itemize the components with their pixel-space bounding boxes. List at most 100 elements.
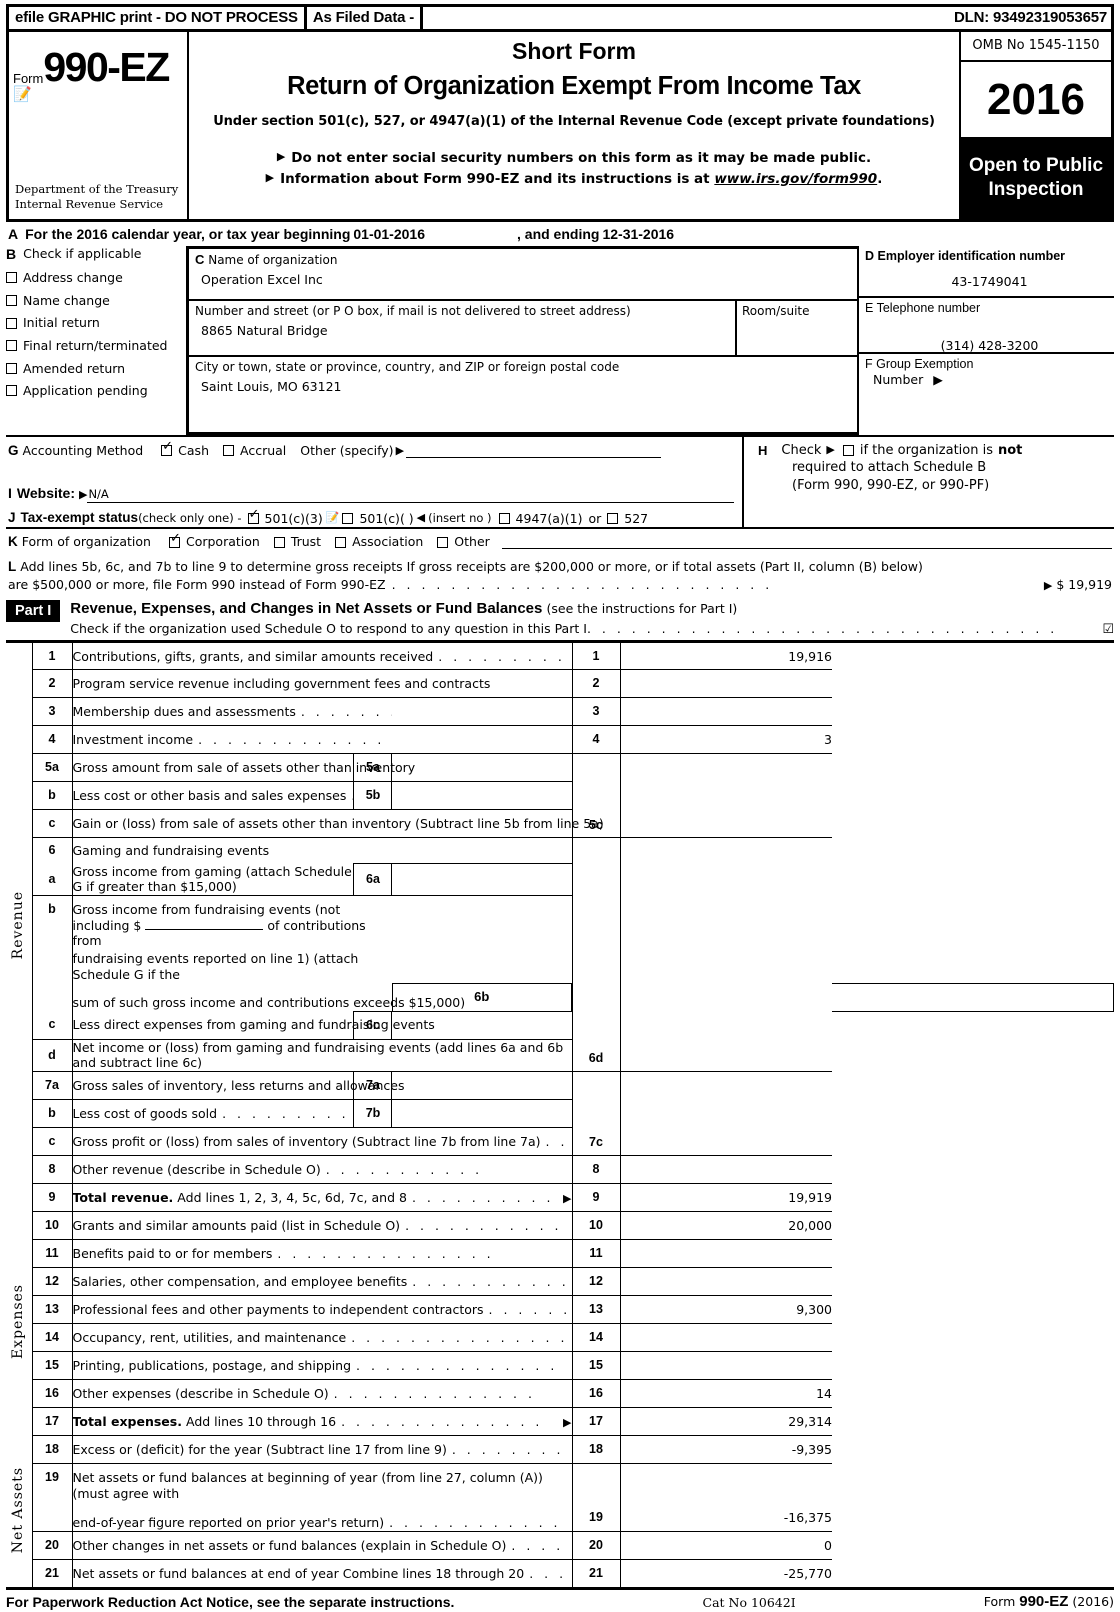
row-amount[interactable]: 14 [619, 1379, 832, 1409]
checkbox-icon[interactable] [6, 272, 17, 284]
org-name-value[interactable]: Operation Excel Inc [195, 272, 857, 288]
org-street-value[interactable]: 8865 Natural Bridge [195, 323, 735, 339]
row-desc-text: Benefits paid to or for members [72, 1245, 273, 1261]
section-l-line1: Add lines 5b, 6c, and 7b to line 9 to de… [20, 558, 923, 574]
row-inner-amount[interactable] [391, 781, 573, 811]
row-amount[interactable] [619, 1267, 832, 1297]
status-501c-label: 501(c)( ) [359, 510, 414, 526]
checkbox-final-return[interactable]: Final return/terminated [6, 338, 182, 354]
row-inner-amount[interactable] [391, 863, 573, 897]
section-k-form-of-organization: K Form of organization Corporation Trust… [8, 532, 1112, 551]
checkbox-initial-return[interactable]: Initial return [6, 315, 182, 331]
website-value[interactable]: N/A [87, 487, 734, 503]
row-amount[interactable] [619, 669, 832, 699]
row-dots: . . . . . . . . . . . . . . [356, 1357, 558, 1373]
section-gij-left: G Accounting Method Cash Accrual Other (… [6, 436, 744, 527]
row-desc-text: Other revenue (describe in Schedule O) [72, 1161, 321, 1177]
tax-year-end-date[interactable]: 12-31-2016 [602, 226, 674, 244]
status-527-label: 527 [624, 510, 649, 526]
part-1-checkbox-icon[interactable]: ☑ [1102, 622, 1114, 638]
checkbox-name-change[interactable]: Name change [6, 293, 182, 309]
footer-form-year: (2016) [1068, 1594, 1114, 1610]
row-desc-text: Program service revenue including govern… [72, 676, 491, 691]
row-inner-amount[interactable] [391, 1099, 573, 1129]
row-amount[interactable]: 3 [619, 725, 832, 755]
checkbox-trust-icon[interactable] [273, 536, 285, 548]
accounting-other-input[interactable] [406, 444, 662, 458]
row-line-number: 10 [571, 1211, 621, 1241]
row-dots: . . . . . . . . . . . [325, 1161, 483, 1177]
row-amount[interactable]: 9,300 [619, 1295, 832, 1325]
org-name-label-wrap: C Name of organization [195, 252, 857, 268]
row-dots: . . . . . . . . . . . . . [412, 1273, 571, 1289]
checkbox-amended-return[interactable]: Amended return [6, 361, 182, 377]
checkbox-application-pending[interactable]: Application pending [6, 383, 182, 399]
row-amount[interactable] [619, 1155, 832, 1185]
row-number: 20 [31, 1530, 73, 1560]
org-other-input[interactable] [501, 535, 1112, 550]
row-number: c [31, 809, 73, 839]
row-inner-line: 5b [353, 781, 393, 811]
section-e-letter: E [865, 300, 874, 315]
row-line-number: 17 [571, 1407, 621, 1437]
section-l-line2-wrap: are $500,000 or more, file Form 990 inst… [8, 576, 1112, 594]
row-desc-text: Less cost or other basis and sales expen… [72, 788, 347, 803]
checkbox-501c-icon[interactable] [342, 512, 354, 524]
checkbox-address-change[interactable]: Address change [6, 270, 182, 286]
row-amount[interactable]: 19,916 [619, 641, 832, 671]
accounting-cash-label: Cash [178, 443, 209, 459]
ein-label: Employer identification number [877, 248, 1066, 263]
row-amount[interactable]: -25,770 [619, 1558, 832, 1588]
row-desc-text: Gross amount from sale of assets other t… [72, 760, 416, 775]
row-amount[interactable] [619, 697, 832, 727]
checkbox-icon[interactable] [6, 385, 17, 397]
row-description: Gross income from fundraising events (no… [71, 895, 465, 1012]
section-g-accounting-method: G Accounting Method Cash Accrual Other (… [8, 440, 734, 460]
checkbox-icon[interactable] [6, 317, 17, 329]
table-row: 15 Printing, publications, postage, and … [6, 1351, 1114, 1381]
agency-line-1: Department of the Treasury [15, 181, 179, 196]
org-trust-label: Trust [290, 534, 322, 550]
agency-line-2: Internal Revenue Service [15, 197, 164, 212]
checkbox-4947a1-icon[interactable] [498, 512, 510, 524]
checkbox-corporation-icon[interactable] [168, 532, 181, 548]
checkbox-icon[interactable] [6, 362, 17, 374]
row-amount[interactable]: 29,314 [619, 1407, 832, 1437]
row-amount[interactable]: 0 [619, 1530, 832, 1560]
row-amount[interactable]: -9,395 [619, 1435, 832, 1465]
row-amount[interactable] [619, 1071, 832, 1156]
row-inner-amount[interactable] [832, 982, 1114, 1011]
row-desc-text: Printing, publications, postage, and shi… [72, 1357, 352, 1373]
row-amount[interactable]: 19,919 [619, 1183, 832, 1213]
checkbox-527-icon[interactable] [607, 512, 619, 524]
checkbox-association-icon[interactable] [335, 536, 347, 548]
checkbox-label: Application pending [23, 383, 148, 399]
checkbox-icon[interactable] [6, 294, 17, 306]
checkbox-schedule-b-icon[interactable] [842, 444, 854, 456]
section-j-sub: (check only one) - [138, 511, 242, 526]
row-amount[interactable] [619, 753, 832, 838]
checkbox-accrual-icon[interactable] [223, 445, 234, 457]
fundraising-contrib-input[interactable] [145, 928, 264, 930]
row-description: Gross profit or (loss) from sales of inv… [71, 1127, 572, 1157]
checkbox-501c3-icon[interactable] [247, 508, 259, 524]
irs-website-link[interactable]: www.irs.gov/form990 [714, 171, 877, 187]
part-1-title-note: (see the instructions for Part I) [546, 601, 738, 617]
row-amount[interactable] [619, 1351, 832, 1381]
checkbox-other-org-icon[interactable] [437, 536, 449, 548]
row-dots: . . . . . . . . . . . . . . [341, 1413, 543, 1429]
group-exemption-row: F Group Exemption Number ▶ [859, 354, 1114, 429]
checkbox-cash-icon[interactable] [161, 440, 173, 457]
tax-year-begin-date[interactable]: 01-01-2016 [353, 226, 425, 244]
row-inner-amount[interactable] [391, 1071, 573, 1101]
row-amount[interactable]: 20,000 [619, 1211, 832, 1241]
row-line-number: 11 [571, 1239, 621, 1269]
row-amount[interactable] [619, 837, 832, 1072]
org-city-value[interactable]: Saint Louis, MO 63121 [195, 379, 857, 395]
ein-value[interactable]: 43-1749041 [865, 274, 1114, 290]
row-amount[interactable] [619, 1239, 832, 1269]
phone-value[interactable]: (314) 428-3200 [865, 338, 1114, 354]
row-amount[interactable] [619, 1323, 832, 1353]
checkbox-icon[interactable] [6, 340, 17, 352]
row-description: Net income or (loss) from gaming and fun… [71, 1038, 572, 1073]
